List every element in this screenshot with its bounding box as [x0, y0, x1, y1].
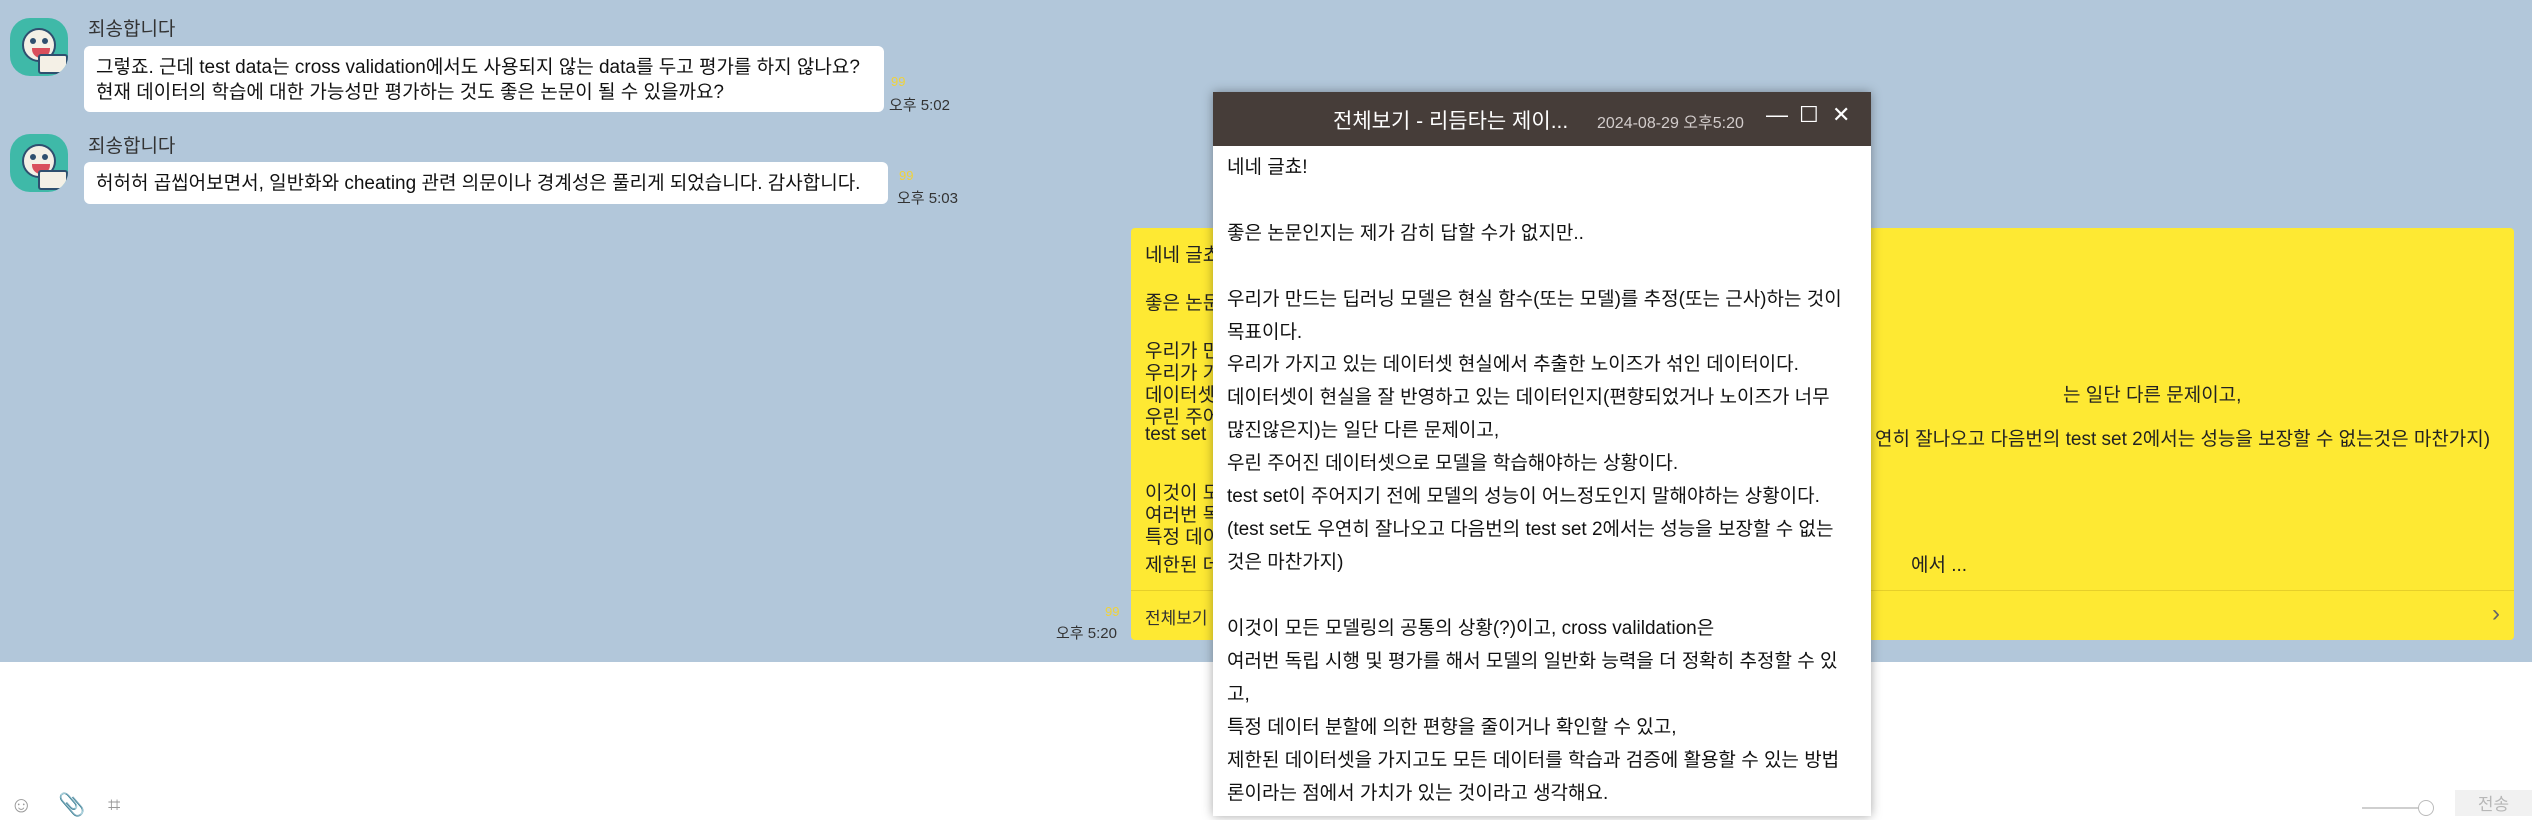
sender-avatar[interactable] [10, 134, 68, 192]
window-titlebar[interactable]: 전체보기 - 리듬타는 제이... 2024-08-29 오후5:20 — ☐ … [1213, 92, 1871, 146]
text-line: 것은 마찬가지) [1227, 552, 1344, 573]
text-line: 데이터셋이 현실을 잘 반영하고 있는 데이터인지(편향되었거나 노이즈가 너무 [1227, 387, 1830, 408]
text-line: 네네 글쵸! [1227, 157, 1308, 178]
text-line: 제한된 데이터셋을 가지고도 모든 데이터를 학습과 검증에 활용할 수 있는 … [1227, 750, 1840, 771]
message-line-tail: 에서 ... [1911, 555, 1968, 576]
message-date: 2024-08-29 오후5:20 [1597, 115, 1744, 132]
message-time: 오후 5:20 [1056, 625, 1117, 642]
view-all-link[interactable]: 전체보기 [1145, 604, 1208, 629]
text-line: 이것이 모든 모델링의 공통의 상황(?)이고, cross valildati… [1227, 618, 1715, 639]
attach-icon[interactable]: 📎 [58, 792, 85, 818]
text-line: 특정 데이터 분할에 의한 편향을 줄이거나 확인할 수 있고, [1227, 717, 1677, 738]
text-line: 론이라는 점에서 가치가 있는 것이라고 생각해요. [1227, 783, 1609, 804]
avatar-fan [38, 54, 68, 74]
sender-name: 죄송합니다 [88, 19, 176, 40]
read-count: 99 [899, 168, 914, 183]
zoom-slider-handle[interactable] [2418, 800, 2434, 816]
text-line: 우리가 만드는 딥러닝 모델은 현실 함수(또는 모델)를 추정(또는 근사)하… [1227, 289, 1842, 310]
send-button[interactable]: 전송 [2455, 790, 2532, 816]
read-count: 99 [1105, 604, 1120, 619]
message-time: 오후 5:02 [889, 97, 950, 114]
message-bubble[interactable]: 그렇죠. 근데 test data는 cross validation에서도 사… [84, 46, 884, 112]
sender-avatar[interactable] [10, 18, 68, 76]
message-line: 좋은 논문 [1145, 293, 1221, 314]
message-line: 그렇죠. 근데 test data는 cross validation에서도 사… [96, 57, 860, 78]
avatar-eye [30, 154, 36, 160]
text-line: test set이 주어지기 전에 모델의 성능이 어느정도인지 말해야하는 상… [1227, 486, 1820, 507]
message-line: 허허허 곱씹어보면서, 일반화와 cheating 관련 의문이나 경계성은 풀… [96, 173, 861, 194]
text-line: 여러번 독립 시행 및 평가를 해서 모델의 일반화 능력을 더 정확히 추정할… [1227, 651, 1838, 672]
sender-name: 죄송합니다 [88, 136, 176, 157]
text-line: 우린 주어진 데이터셋으로 모델을 학습해야하는 상황이다. [1227, 453, 1679, 474]
message-line: test set [1145, 424, 1207, 445]
window-title: 전체보기 - 리듬타는 제이... [1333, 110, 1569, 133]
maximize-icon[interactable]: ☐ [1799, 102, 1819, 128]
message-bubble[interactable]: 허허허 곱씹어보면서, 일반화와 cheating 관련 의문이나 경계성은 풀… [84, 162, 888, 204]
chevron-right-icon[interactable]: › [2492, 600, 2500, 628]
emoji-icon[interactable]: ☺ [10, 792, 32, 818]
message-line-tail: 연히 잘나오고 다음번의 test set 2에서는 성능을 보장할 수 없는것… [1875, 429, 2491, 450]
minimize-icon[interactable]: — [1766, 102, 1788, 128]
message-line: 특정 데이 [1145, 527, 1221, 548]
text-line: 고, [1227, 684, 1250, 705]
message-line: 제한된 데 [1145, 555, 1221, 576]
message-time: 오후 5:03 [897, 190, 958, 207]
full-view-window[interactable]: 전체보기 - 리듬타는 제이... 2024-08-29 오후5:20 — ☐ … [1213, 92, 1871, 816]
read-count: 99 [891, 74, 906, 89]
text-line: 많진않은지)는 일단 다른 문제이고, [1227, 420, 1500, 441]
close-icon[interactable]: ✕ [1832, 102, 1850, 128]
avatar-eye [42, 38, 48, 44]
message-line-tail: 는 일단 다른 문제이고, [2063, 385, 2242, 406]
crop-icon[interactable]: ⌗ [108, 792, 120, 818]
text-line: 목표이다. [1227, 322, 1303, 343]
avatar-eye [30, 38, 36, 44]
text-line: 좋은 논문인지는 제가 감히 답할 수가 없지만.. [1227, 223, 1584, 244]
message-line: 현재 데이터의 학습에 대한 가능성만 평가하는 것도 좋은 논문이 될 수 있… [96, 82, 724, 103]
avatar-eye [42, 154, 48, 160]
text-line: 우리가 가지고 있는 데이터셋 현실에서 추출한 노이즈가 섞인 데이터이다. [1227, 354, 1799, 375]
avatar-fan [38, 170, 68, 190]
text-line: (test set도 우연히 잘나오고 다음번의 test set 2에서는 성… [1227, 519, 1834, 540]
